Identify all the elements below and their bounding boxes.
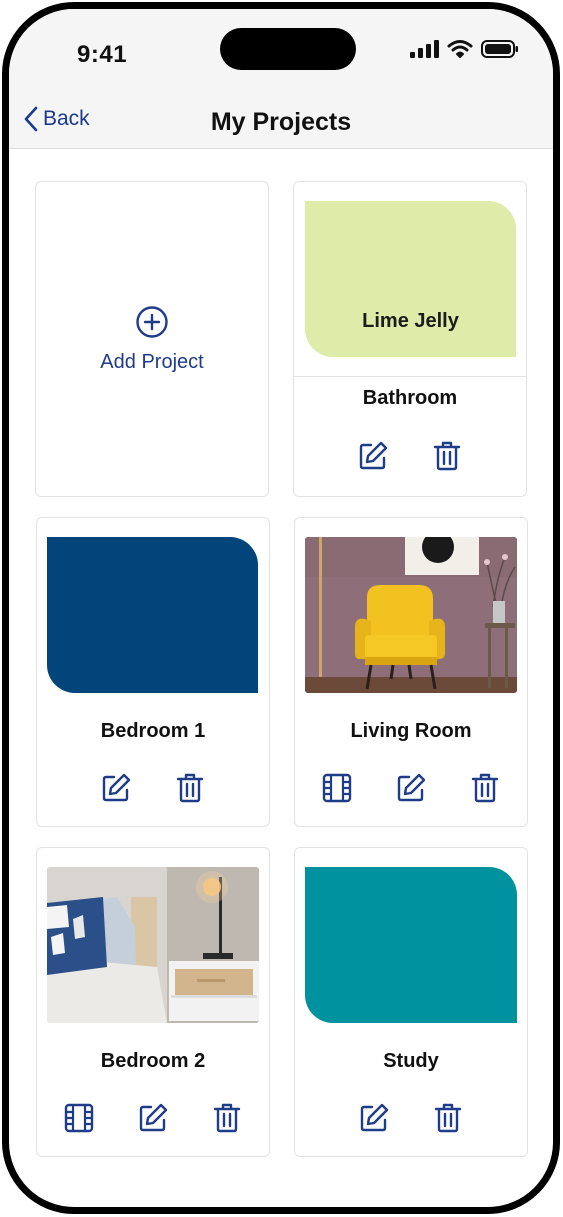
project-name: Living Room (350, 720, 472, 742)
wifi-icon (447, 40, 473, 58)
color-swatch (47, 537, 258, 693)
project-card-study[interactable]: Study (294, 847, 528, 1157)
film-icon (64, 1103, 94, 1133)
project-card-bedroom-1[interactable]: Bedroom 1 (36, 517, 270, 827)
project-card-bathroom[interactable]: Lime Jelly Bathroom (293, 181, 527, 497)
card-actions (37, 768, 269, 808)
edit-button[interactable] (133, 1098, 173, 1138)
bedroom-illustration (47, 867, 259, 1023)
delete-button[interactable] (428, 1098, 468, 1138)
delete-button[interactable] (170, 768, 210, 808)
card-actions (294, 436, 526, 476)
card-actions (295, 768, 527, 808)
card-divider (294, 376, 526, 377)
edit-button[interactable] (391, 768, 431, 808)
edit-button[interactable] (354, 1098, 394, 1138)
color-swatch (305, 867, 517, 1023)
card-actions (37, 1098, 269, 1138)
filmstrip-button[interactable] (317, 768, 357, 808)
color-swatch: Lime Jelly (305, 201, 516, 357)
filmstrip-button[interactable] (59, 1098, 99, 1138)
trash-icon (433, 441, 461, 471)
status-icons (409, 39, 519, 59)
trash-icon (434, 1103, 462, 1133)
edit-icon (102, 773, 131, 802)
project-name: Bedroom 1 (100, 720, 206, 742)
delete-button[interactable] (427, 436, 467, 476)
battery-icon (481, 40, 518, 58)
armchair-room-photo (305, 537, 517, 693)
delete-button[interactable] (465, 768, 505, 808)
room-illustration (305, 537, 517, 693)
delete-button[interactable] (207, 1098, 247, 1138)
trash-icon (471, 773, 499, 803)
dynamic-island (220, 28, 356, 70)
film-icon (322, 773, 352, 803)
edit-icon (139, 1103, 168, 1132)
add-project-card[interactable]: Add Project (35, 181, 269, 497)
trash-icon (176, 773, 204, 803)
plus-circle-icon (136, 305, 168, 338)
edit-button[interactable] (96, 768, 136, 808)
bedroom-photo (47, 867, 259, 1023)
project-card-bedroom-2[interactable]: Bedroom 2 (36, 847, 270, 1157)
project-name: Study (383, 1050, 439, 1072)
page-title: My Projects (210, 108, 352, 136)
project-name: Bathroom (362, 387, 458, 409)
status-time: 9:41 (77, 41, 128, 68)
navigation-bar: Back My Projects (9, 99, 553, 149)
trash-icon (213, 1103, 241, 1133)
status-bar: 9:41 (9, 9, 553, 99)
phone-frame: 9:41 Back My Projects Add Project Lime J… (2, 2, 560, 1214)
edit-icon (397, 773, 426, 802)
edit-button[interactable] (353, 436, 393, 476)
project-card-living-room[interactable]: Living Room (294, 517, 528, 827)
edit-icon (360, 1103, 389, 1132)
swatch-color-name: Lime Jelly (362, 310, 459, 332)
card-actions (295, 1098, 527, 1138)
project-name: Bedroom 2 (100, 1050, 206, 1072)
add-project-label: Add Project (100, 350, 204, 373)
edit-icon (359, 441, 388, 470)
signal-icon (410, 40, 439, 58)
